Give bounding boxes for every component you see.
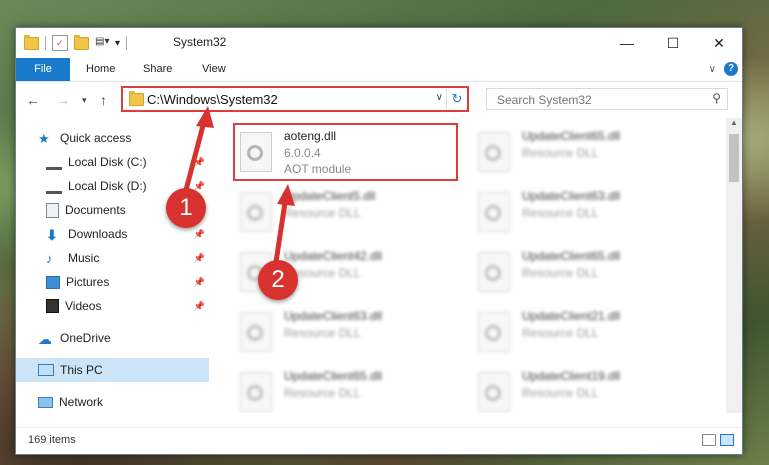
arrow-2-head	[277, 184, 295, 206]
arrow-1-head	[196, 106, 214, 128]
step-1-badge: 1	[166, 188, 206, 228]
arrow-2-line	[273, 195, 289, 263]
annotation-arrows	[183, 106, 295, 263]
step-2-badge: 2	[258, 260, 298, 300]
arrow-1-line	[183, 117, 208, 191]
